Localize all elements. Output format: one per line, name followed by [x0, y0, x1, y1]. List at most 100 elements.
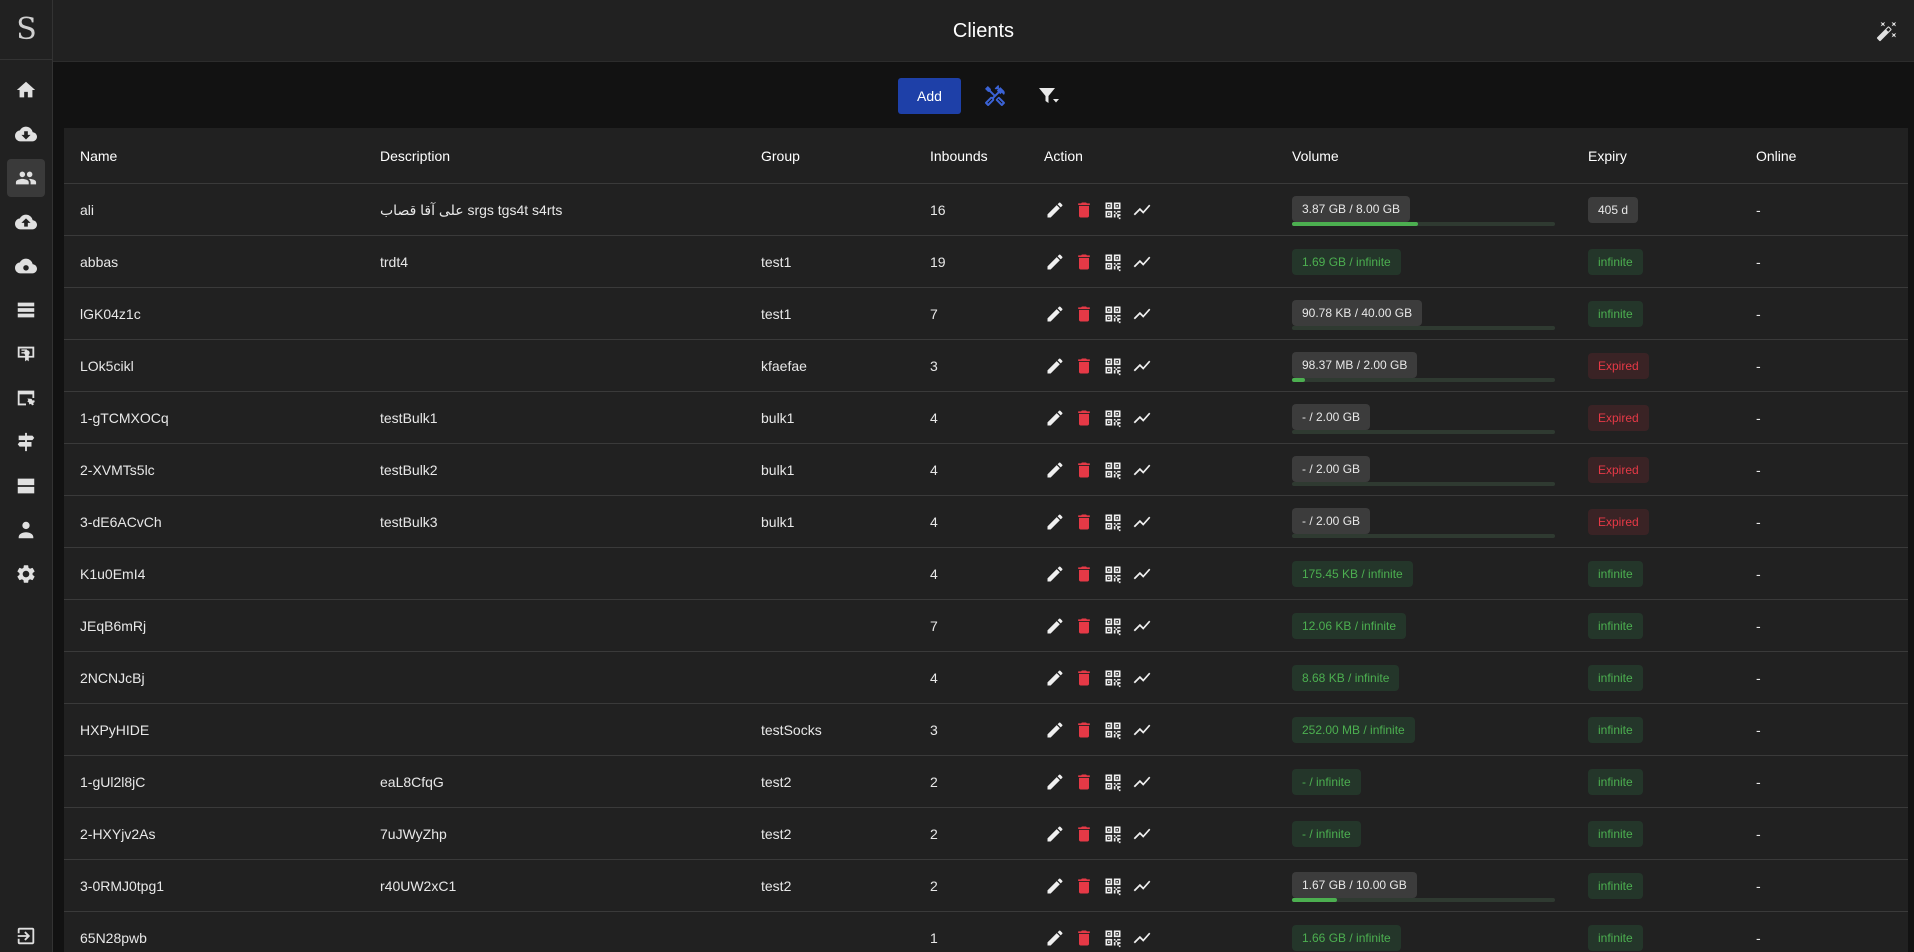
delete-icon[interactable] [1073, 511, 1095, 533]
table-row[interactable]: 3-dE6ACvCh testBulk3 bulk1 4 - / 2.00 GB Expi… [64, 496, 1908, 548]
stats-chart-icon[interactable] [1131, 511, 1153, 533]
qr-code-icon[interactable] [1102, 511, 1124, 533]
qr-code-icon[interactable] [1102, 615, 1124, 637]
filter-icon[interactable] [1034, 82, 1062, 110]
qr-code-icon[interactable] [1102, 667, 1124, 689]
admin-icon[interactable] [7, 511, 45, 549]
servers-icon[interactable] [7, 467, 45, 505]
delete-icon[interactable] [1073, 771, 1095, 793]
cloud-gear-icon[interactable] [7, 247, 45, 285]
header-expiry[interactable]: Expiry [1588, 128, 1627, 184]
certificate-icon[interactable] [7, 335, 45, 373]
table-row[interactable]: K1u0EmI4 4 175.45 KB / infinite infinite - [64, 548, 1908, 600]
delete-icon[interactable] [1073, 563, 1095, 585]
table-row[interactable]: LOk5cikl kfaefae 3 98.37 MB / 2.00 GB Expire… [64, 340, 1908, 392]
stats-chart-icon[interactable] [1131, 407, 1153, 429]
theme-toggle-icon[interactable] [1874, 18, 1900, 44]
browser-settings-icon[interactable] [7, 379, 45, 417]
qr-code-icon[interactable] [1102, 563, 1124, 585]
qr-code-icon[interactable] [1102, 719, 1124, 741]
home-icon[interactable] [7, 71, 45, 109]
header-online[interactable]: Online [1756, 128, 1796, 184]
stats-chart-icon[interactable] [1131, 355, 1153, 377]
edit-icon[interactable] [1044, 927, 1066, 949]
table-row[interactable]: 2NCNJcBj 4 8.68 KB / infinite infinite - [64, 652, 1908, 704]
header-volume[interactable]: Volume [1292, 128, 1560, 184]
edit-icon[interactable] [1044, 823, 1066, 845]
qr-code-icon[interactable] [1102, 823, 1124, 845]
delete-icon[interactable] [1073, 303, 1095, 325]
qr-code-icon[interactable] [1102, 771, 1124, 793]
qr-code-icon[interactable] [1102, 355, 1124, 377]
edit-icon[interactable] [1044, 875, 1066, 897]
server-list-icon[interactable] [7, 291, 45, 329]
edit-icon[interactable] [1044, 251, 1066, 273]
table-row[interactable]: HXPyHIDE testSocks 3 252.00 MB / infinite in… [64, 704, 1908, 756]
stats-chart-icon[interactable] [1131, 615, 1153, 637]
delete-icon[interactable] [1073, 823, 1095, 845]
header-name[interactable]: Name [80, 128, 117, 184]
gear-icon[interactable] [7, 555, 45, 593]
table-row[interactable]: 1-gUl2l8jC eaL8CfqG test2 2 - / infinite infi… [64, 756, 1908, 808]
edit-icon[interactable] [1044, 459, 1066, 481]
app-logo[interactable]: S [0, 0, 53, 60]
delete-icon[interactable] [1073, 927, 1095, 949]
delete-icon[interactable] [1073, 459, 1095, 481]
edit-icon[interactable] [1044, 667, 1066, 689]
delete-icon[interactable] [1073, 355, 1095, 377]
delete-icon[interactable] [1073, 251, 1095, 273]
table-row[interactable]: 3-0RMJ0tpg1 r40UW2xC1 test2 2 1.67 GB / 10.0… [64, 860, 1908, 912]
stats-chart-icon[interactable] [1131, 667, 1153, 689]
stats-chart-icon[interactable] [1131, 251, 1153, 273]
edit-icon[interactable] [1044, 771, 1066, 793]
table-row[interactable]: abbas trdt4 test1 19 1.69 GB / infinite infin… [64, 236, 1908, 288]
delete-icon[interactable] [1073, 875, 1095, 897]
delete-icon[interactable] [1073, 719, 1095, 741]
qr-code-icon[interactable] [1102, 303, 1124, 325]
edit-icon[interactable] [1044, 199, 1066, 221]
stats-chart-icon[interactable] [1131, 199, 1153, 221]
stats-chart-icon[interactable] [1131, 719, 1153, 741]
qr-code-icon[interactable] [1102, 459, 1124, 481]
qr-code-icon[interactable] [1102, 199, 1124, 221]
header-description[interactable]: Description [380, 128, 450, 184]
qr-code-icon[interactable] [1102, 407, 1124, 429]
stats-chart-icon[interactable] [1131, 563, 1153, 585]
qr-code-icon[interactable] [1102, 875, 1124, 897]
qr-code-icon[interactable] [1102, 927, 1124, 949]
delete-icon[interactable] [1073, 615, 1095, 637]
table-row[interactable]: JEqB6mRj 7 12.06 KB / infinite infinite - [64, 600, 1908, 652]
stats-chart-icon[interactable] [1131, 303, 1153, 325]
header-inbounds[interactable]: Inbounds [930, 128, 988, 184]
table-row[interactable]: 65N28pwb 1 1.66 GB / infinite infinite - [64, 912, 1908, 952]
users-icon[interactable] [7, 159, 45, 197]
qr-code-icon[interactable] [1102, 251, 1124, 273]
delete-icon[interactable] [1073, 407, 1095, 429]
edit-icon[interactable] [1044, 563, 1066, 585]
cloud-upload-icon[interactable] [7, 203, 45, 241]
table-row[interactable]: lGK04z1c test1 7 90.78 KB / 40.00 GB infinit… [64, 288, 1908, 340]
edit-icon[interactable] [1044, 407, 1066, 429]
logout-icon[interactable] [7, 917, 45, 952]
table-row[interactable]: 2-XVMTs5lc testBulk2 bulk1 4 - / 2.00 GB Expi… [64, 444, 1908, 496]
edit-icon[interactable] [1044, 511, 1066, 533]
edit-icon[interactable] [1044, 303, 1066, 325]
header-group[interactable]: Group [761, 128, 800, 184]
stats-chart-icon[interactable] [1131, 875, 1153, 897]
stats-chart-icon[interactable] [1131, 927, 1153, 949]
stats-chart-icon[interactable] [1131, 771, 1153, 793]
table-row[interactable]: 2-HXYjv2As 7uJWyZhp test2 2 - / infinite infi… [64, 808, 1908, 860]
cloud-download-icon[interactable] [7, 115, 45, 153]
delete-icon[interactable] [1073, 199, 1095, 221]
table-row[interactable]: ali علی آقا قصاب srgs tgs4t s4rts 16 3.87 G… [64, 184, 1908, 236]
stats-chart-icon[interactable] [1131, 823, 1153, 845]
edit-icon[interactable] [1044, 615, 1066, 637]
delete-icon[interactable] [1073, 667, 1095, 689]
add-client-button[interactable]: Add [898, 78, 961, 114]
edit-icon[interactable] [1044, 355, 1066, 377]
stats-chart-icon[interactable] [1131, 459, 1153, 481]
table-row[interactable]: 1-gTCMXOCq testBulk1 bulk1 4 - / 2.00 GB Expi… [64, 392, 1908, 444]
edit-icon[interactable] [1044, 719, 1066, 741]
signpost-icon[interactable] [7, 423, 45, 461]
tools-icon[interactable] [981, 82, 1009, 110]
